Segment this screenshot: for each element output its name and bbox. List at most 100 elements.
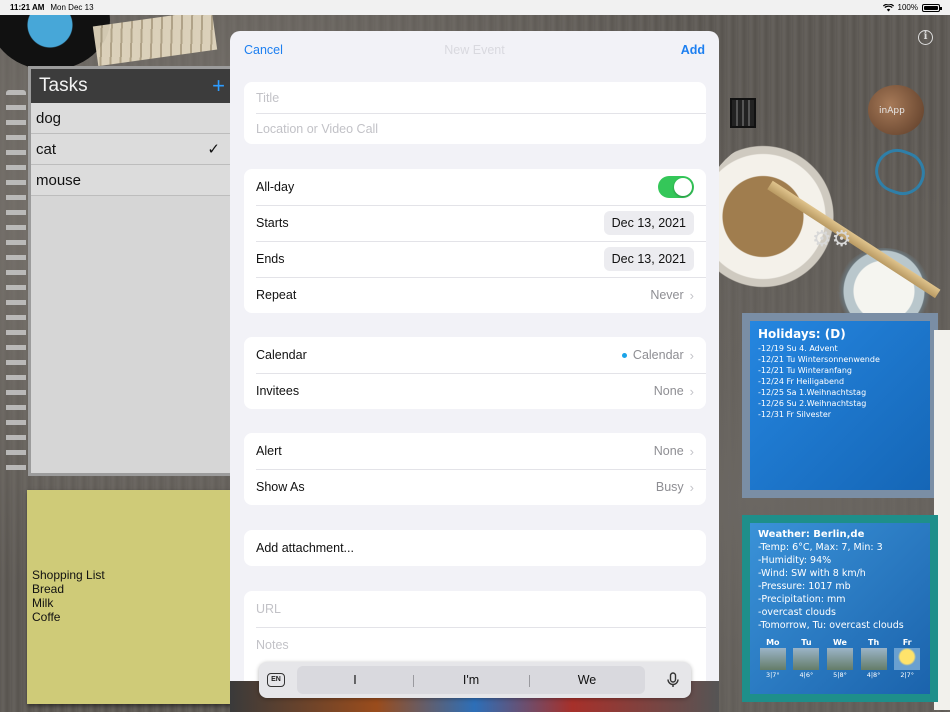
suggestion-item[interactable]: I	[297, 673, 413, 687]
starts-date-button[interactable]: Dec 13, 2021	[603, 211, 694, 235]
battery-fill	[924, 5, 938, 10]
forecast-temp: 5|8°	[833, 671, 847, 679]
notes-field[interactable]: Notes	[244, 627, 706, 663]
task-item[interactable]: cat ✓	[31, 134, 233, 165]
suggestion-item[interactable]: I'm	[413, 673, 529, 687]
forecast-day-name: Th	[868, 638, 880, 647]
holiday-entry: -12/31 Fr Silvester	[758, 410, 832, 419]
holidays-widget[interactable]: Holidays: (D) -12/19 Su 4. Advent -12/21 …	[742, 313, 938, 498]
weather-line: -Tomorrow, Tu: overcast clouds	[758, 620, 904, 631]
weather-title: Weather: Berlin,de	[758, 529, 865, 540]
show-as-label: Show As	[256, 480, 305, 494]
forecast-day-name: Mo	[766, 638, 780, 647]
weather-panel: Weather: Berlin,de -Temp: 6°C, Max: 7, M…	[750, 523, 930, 694]
cloudy-icon	[860, 648, 887, 670]
cloudy-icon	[826, 648, 853, 670]
tasks-title: Tasks	[39, 75, 88, 96]
weather-details: -Temp: 6°C, Max: 7, Min: 3 -Humidity: 94%…	[758, 541, 922, 632]
task-item[interactable]: mouse	[31, 165, 233, 196]
repeat-row[interactable]: Repeat Never ›	[244, 277, 706, 313]
holiday-list: -12/19 Su 4. Advent -12/21 Tu Wintersonne…	[758, 343, 922, 420]
add-attachment-button[interactable]: Add attachment...	[244, 530, 706, 566]
checkmark-icon: ✓	[207, 141, 220, 158]
forecast-temp: 4|6°	[799, 671, 814, 679]
status-right: 100%	[882, 3, 942, 12]
sheet-title: New Event	[444, 43, 505, 57]
calendar-color-dot-icon	[621, 352, 627, 358]
weather-line: -Humidity: 94%	[758, 555, 832, 566]
repeat-value-group: Never ›	[650, 288, 694, 303]
title-field[interactable]: Title	[244, 82, 706, 113]
invitees-row[interactable]: Invitees None ›	[244, 373, 706, 409]
calendar-row[interactable]: Calendar Calendar ›	[244, 337, 706, 373]
shopping-note[interactable]: Shopping List Bread Milk Coffe	[27, 490, 241, 704]
location-field[interactable]: Location or Video Call	[244, 113, 706, 144]
alert-group: Alert None › Show As Busy ›	[244, 433, 706, 505]
weather-line: -Wind: SW with 8 km/h	[758, 568, 866, 579]
status-date: Mon Dec 13	[50, 3, 94, 12]
forecast-temp: 2|7°	[900, 671, 915, 679]
suggestion-item[interactable]: We	[529, 673, 645, 687]
weather-line: -Temp: 6°C, Max: 7, Min: 3	[758, 542, 883, 553]
weather-line: -Precipitation: mm	[758, 594, 846, 605]
info-icon[interactable]: i	[918, 30, 933, 45]
task-label: cat	[36, 140, 57, 158]
alert-row[interactable]: Alert None ›	[244, 433, 706, 469]
microphone-icon[interactable]	[663, 670, 683, 690]
chevron-right-icon: ›	[689, 347, 694, 363]
holidays-panel: Holidays: (D) -12/19 Su 4. Advent -12/21 …	[750, 321, 930, 490]
task-item[interactable]: dog	[31, 103, 233, 134]
holiday-entry: -12/19 Su 4. Advent	[758, 344, 838, 353]
title-placeholder: Title	[256, 90, 280, 105]
url-field[interactable]: URL	[244, 591, 706, 627]
attachment-group: Add attachment...	[244, 530, 706, 566]
note-lines: Shopping List Bread Milk Coffe	[32, 568, 241, 624]
gears-icon[interactable]: ⚙⚙	[812, 226, 851, 252]
forecast-day: Tu 4|6°	[792, 638, 822, 679]
keyboard-language-button[interactable]: EN	[267, 673, 285, 687]
calendar-group: Calendar Calendar › Invitees None ›	[244, 337, 706, 409]
forecast-temp: 3|7°	[765, 671, 780, 679]
calendar-label: Calendar	[256, 348, 307, 362]
ends-date-button[interactable]: Dec 13, 2021	[603, 247, 694, 271]
status-time: 11:21 AM	[10, 3, 45, 12]
note-line: Bread	[32, 582, 65, 596]
calendar-value: Calendar	[632, 348, 684, 362]
show-as-value-group: Busy ›	[656, 480, 694, 495]
sun-icon	[894, 648, 921, 670]
forecast-day: Th 4|8°	[859, 638, 889, 679]
notebook-spiral-decoration	[6, 90, 26, 480]
invitees-label: Invitees	[256, 384, 300, 398]
all-day-toggle[interactable]	[658, 176, 694, 198]
calculator-icon[interactable]	[730, 98, 756, 128]
cloudy-icon	[759, 648, 786, 670]
holiday-entry: -12/21 Tu Winteranfang	[758, 366, 852, 375]
weather-widget[interactable]: Weather: Berlin,de -Temp: 6°C, Max: 7, M…	[742, 515, 938, 702]
title-location-group: Title Location or Video Call	[244, 82, 706, 144]
alert-value-group: None ›	[654, 444, 694, 459]
cancel-button[interactable]: Cancel	[244, 43, 283, 57]
inapp-label[interactable]: inApp	[879, 106, 905, 116]
wifi-icon	[882, 3, 894, 11]
show-as-value: Busy	[655, 480, 684, 494]
cloudy-icon	[793, 648, 820, 670]
add-task-button[interactable]: +	[212, 73, 225, 99]
notes-placeholder: Notes	[256, 638, 289, 652]
holiday-entry: -12/25 Sa 1.Weihnachtstag	[758, 388, 867, 397]
paperclip-icon	[868, 142, 932, 202]
alert-value: None	[653, 444, 684, 458]
forecast-day-name: Tu	[801, 638, 812, 647]
suggestion-strip: I I'm We	[297, 666, 645, 694]
holiday-entry: -12/26 Su 2.Weihnachtstag	[758, 399, 867, 408]
forecast-temp: 4|8°	[866, 671, 881, 679]
add-button[interactable]: Add	[681, 43, 705, 57]
note-line: Milk	[32, 596, 54, 610]
show-as-row[interactable]: Show As Busy ›	[244, 469, 706, 505]
holiday-entry: -12/21 Tu Wintersonnenwende	[758, 355, 880, 364]
ends-label: Ends	[256, 252, 285, 266]
battery-percent: 100%	[897, 3, 918, 12]
tasks-widget: Tasks + dog cat ✓ mouse	[28, 66, 236, 476]
url-placeholder: URL	[256, 602, 282, 616]
ends-row: Ends Dec 13, 2021	[244, 241, 706, 277]
task-label: dog	[36, 109, 62, 127]
